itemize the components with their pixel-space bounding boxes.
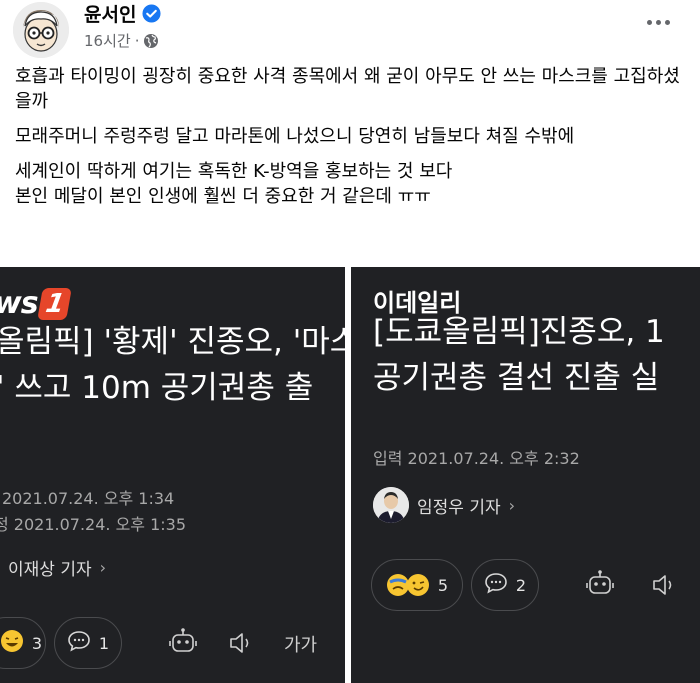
- comment-count: 1: [98, 633, 110, 653]
- headline-line: 공기권총 결선 진출 실: [373, 360, 660, 396]
- speaker-icon[interactable]: [649, 571, 679, 599]
- font-size-button[interactable]: 가가: [284, 631, 317, 657]
- headline-line: [도쿄올림픽]진종오, 1: [373, 314, 665, 350]
- post-header: 윤서인 16시간 ·: [0, 0, 700, 62]
- comment-button[interactable]: 2: [471, 559, 539, 611]
- reporter-name: 임정우 기자: [417, 497, 501, 518]
- post-paragraph: 본인 메달이 본인 인생에 훨씬 더 중요한 거 같은데 ㅠㅠ: [15, 186, 431, 207]
- meta-separator: ·: [134, 31, 140, 50]
- reaction-button[interactable]: 5: [371, 559, 463, 611]
- more-dot-icon: [646, 19, 652, 25]
- article-headline: [도쿄올림픽]진종오, 1 공기권총 결선 진출 실: [373, 309, 665, 401]
- reaction-count: 3: [31, 633, 43, 653]
- reporter-link[interactable]: 이재상 기자 ›: [8, 555, 106, 580]
- reporter-photo: [373, 487, 409, 523]
- post-images[interactable]: ws 1 올림픽] '황제' 진종오, '마스 ' 쓰고 10m 공기권총 출 …: [0, 267, 700, 683]
- article-date: 입력 2021.07.24. 오후 2:32: [373, 449, 580, 468]
- post-paragraph: 모래주머니 주렁주렁 달고 마라톤에 나섰으니 당연히 남들보다 쳐질 수밖에: [15, 126, 575, 147]
- more-dot-icon: [655, 19, 661, 25]
- post-paragraph: 호흡과 타이밍이 굉장히 중요한 사격 종목에서 왜 굳이 아무도 안 쓰는 마…: [15, 66, 680, 112]
- comment-count: 2: [515, 575, 527, 595]
- robot-icon[interactable]: [166, 625, 200, 659]
- post-body: 호흡과 타이밍이 굉장히 중요한 사격 종목에서 왜 굳이 아무도 안 쓰는 마…: [15, 64, 695, 209]
- comment-icon: [484, 572, 508, 598]
- public-globe-icon: [143, 33, 159, 49]
- reporter-name: 이재상 기자: [8, 560, 92, 580]
- speaker-icon[interactable]: [226, 629, 256, 657]
- author-avatar[interactable]: [13, 2, 69, 58]
- headline-line: ' 쓰고 10m 공기권총 출: [0, 370, 314, 406]
- comment-icon: [67, 630, 91, 656]
- reaction-count: 5: [437, 575, 449, 595]
- news1-logo-number: 1: [36, 287, 72, 320]
- article-screenshot-news1[interactable]: ws 1 올림픽] '황제' 진종오, '마스 ' 쓰고 10m 공기권총 출 …: [0, 267, 345, 683]
- article-date: 2021.07.24. 오후 1:34: [2, 489, 175, 508]
- laugh-emoji-icon: [0, 629, 24, 657]
- headline-line: 올림픽] '황제' 진종오, '마스: [0, 324, 345, 360]
- news1-logo-text: ws: [0, 286, 39, 321]
- chevron-right-icon: ›: [99, 558, 107, 577]
- post-paragraph: 세계인이 딱하게 여기는 혹독한 K-방역을 홍보하는 것 보다: [15, 161, 453, 182]
- author-name-text[interactable]: 윤서인: [84, 0, 136, 27]
- verified-badge-icon: [142, 4, 161, 23]
- reaction-button[interactable]: 3: [0, 617, 46, 669]
- comment-button[interactable]: 1: [54, 617, 122, 669]
- article-screenshot-edaily[interactable]: 이데일리 [도쿄올림픽]진종오, 1 공기권총 결선 진출 실 입력 2021.…: [351, 267, 700, 683]
- robot-icon[interactable]: [583, 567, 617, 601]
- reaction-emojis-icon: [386, 573, 430, 597]
- reporter-link[interactable]: 임정우 기자 ›: [373, 487, 515, 523]
- more-dot-icon: [664, 19, 670, 25]
- article-date-edited: 정 2021.07.24. 오후 1:35: [0, 515, 187, 534]
- chevron-right-icon: ›: [508, 495, 516, 515]
- post-time[interactable]: 16시간: [84, 30, 131, 51]
- author-name[interactable]: 윤서인: [84, 0, 161, 27]
- news1-logo: ws 1: [0, 286, 72, 321]
- post-meta: 16시간 ·: [84, 30, 159, 51]
- more-options-button[interactable]: [640, 10, 676, 34]
- article-headline: 올림픽] '황제' 진종오, '마스 ' 쓰고 10m 공기권총 출: [0, 319, 345, 411]
